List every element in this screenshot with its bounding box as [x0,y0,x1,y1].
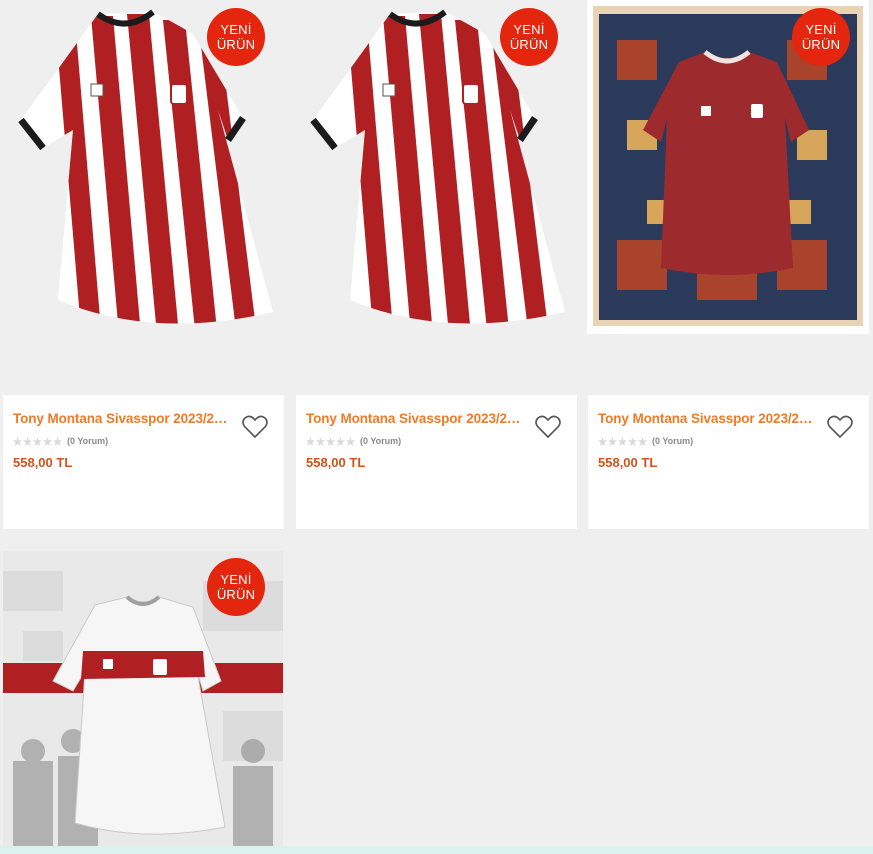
star-icon [628,436,637,446]
footer-strip [0,846,873,854]
star-icon [608,436,617,446]
product-title[interactable]: Tony Montana Sivasspor 2023/2024 Forma [306,411,521,426]
heart-icon[interactable] [827,415,853,439]
product-title[interactable]: Tony Montana Sivasspor 2023/2024 Forma [598,411,813,426]
product-title[interactable]: Tony Montana Sivasspor 2023/2024 Forma [13,411,228,426]
product-price: 558,00 TL [13,455,73,470]
star-rating [598,436,647,446]
rating: (0 Yorum) [306,436,401,446]
product-card-info-1: Tony Montana Sivasspor 2023/2024 Forma (… [3,395,284,529]
new-product-badge: YENİ ÜRÜN [207,558,265,616]
star-icon [23,436,32,446]
badge-line-2: ÜRÜN [801,37,841,52]
star-icon [43,436,52,446]
star-icon [336,436,345,446]
new-product-badge: YENİ ÜRÜN [500,8,558,66]
star-icon [598,436,607,446]
product-price: 558,00 TL [306,455,366,470]
rating: (0 Yorum) [598,436,693,446]
star-icon [326,436,335,446]
star-icon [53,436,62,446]
heart-icon[interactable] [242,415,268,439]
badge-line-1: YENİ [220,572,252,587]
badge-line-1: YENİ [220,22,252,37]
review-count[interactable]: (0 Yorum) [67,436,108,446]
star-icon [346,436,355,446]
review-count[interactable]: (0 Yorum) [360,436,401,446]
product-price: 558,00 TL [598,455,658,470]
new-product-badge: YENİ ÜRÜN [792,8,850,66]
new-product-badge: YENİ ÜRÜN [207,8,265,66]
star-icon [316,436,325,446]
star-icon [13,436,22,446]
star-rating [13,436,62,446]
star-rating [306,436,355,446]
badge-line-2: ÜRÜN [216,587,256,602]
product-card-info-3: Tony Montana Sivasspor 2023/2024 Forma (… [588,395,869,529]
badge-line-1: YENİ [805,22,837,37]
star-icon [306,436,315,446]
badge-line-2: ÜRÜN [216,37,256,52]
rating: (0 Yorum) [13,436,108,446]
star-icon [638,436,647,446]
heart-icon[interactable] [535,415,561,439]
review-count[interactable]: (0 Yorum) [652,436,693,446]
badge-line-2: ÜRÜN [509,37,549,52]
badge-line-1: YENİ [513,22,545,37]
star-icon [618,436,627,446]
product-card-info-2: Tony Montana Sivasspor 2023/2024 Forma (… [296,395,577,529]
star-icon [33,436,42,446]
